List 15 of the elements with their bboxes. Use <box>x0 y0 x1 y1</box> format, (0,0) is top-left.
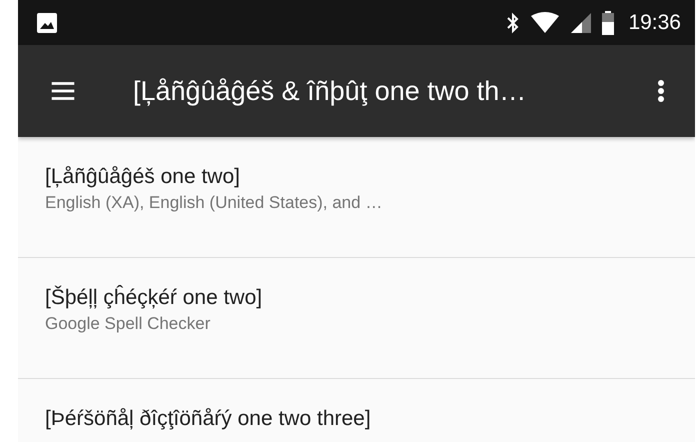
bluetooth-icon <box>506 12 520 34</box>
item-title: [Þéŕšöñåļ ðîçţîöñåŕý one two three] <box>45 406 372 432</box>
item-title: [Ļåñĝûåĝéš one two] <box>45 164 241 190</box>
item-title: [Šþéļļ çĥéçķéŕ one two] <box>45 284 264 311</box>
signal-icon <box>570 12 592 34</box>
item-summary: English (XA), English (United States), and … <box>45 192 384 214</box>
wifi-icon <box>530 12 560 34</box>
battery-icon <box>602 10 614 34</box>
settings-item[interactable]: [Þéŕšöñåļ ðîçţîöñåŕý one two three] <box>18 379 695 442</box>
settings-item[interactable]: [Ļåñĝûåĝéš one two] English (XA), English (United States), and … <box>18 137 695 258</box>
clock-time: 19:36 <box>628 10 681 34</box>
settings-item[interactable]: [Šþéļļ çĥéçķéŕ one two] Google Spell Checker <box>18 258 695 379</box>
item-summary: Google Spell Checker <box>45 313 212 335</box>
screen-title: [Ļåñĝûåĝéš & îñþûţ one two th… <box>133 76 528 106</box>
image-icon <box>36 12 58 34</box>
